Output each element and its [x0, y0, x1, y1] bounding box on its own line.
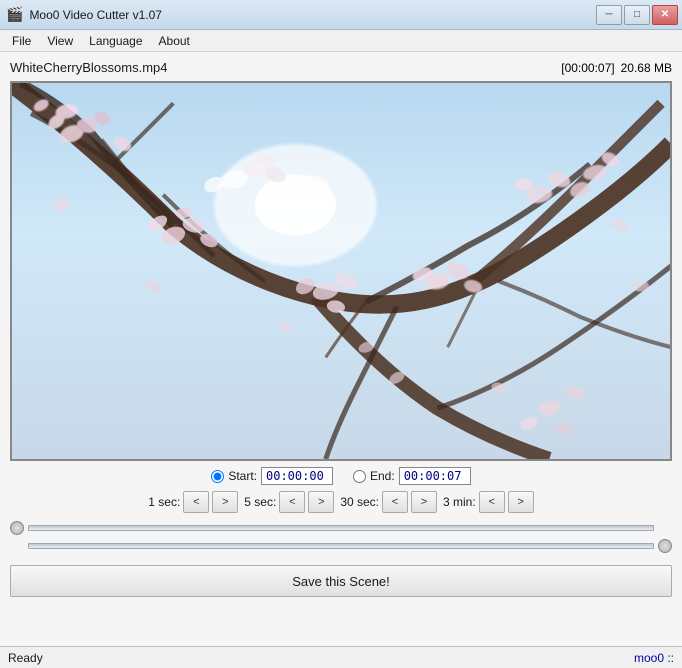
file-size: 20.68 MB	[621, 61, 672, 75]
status-link[interactable]: moo0 ::	[634, 651, 674, 665]
adj-1sec-back[interactable]: <	[183, 491, 209, 513]
menu-bar: File View Language About	[0, 30, 682, 52]
menu-view[interactable]: View	[39, 32, 81, 50]
adj-3min-back[interactable]: <	[479, 491, 505, 513]
start-time-input[interactable]	[261, 467, 333, 485]
slider-start-thumb[interactable]	[10, 521, 24, 535]
adj-5sec-forward[interactable]: >	[308, 491, 334, 513]
adj-3min-forward[interactable]: >	[508, 491, 534, 513]
title-bar-left: 🎬 Moo0 Video Cutter v1.07	[6, 6, 162, 23]
adj-1sec: 1 sec: < >	[148, 491, 238, 513]
adj-3min: 3 min: < >	[443, 491, 534, 513]
menu-file[interactable]: File	[4, 32, 39, 50]
menu-about[interactable]: About	[151, 32, 198, 50]
adj-30sec: 30 sec: < >	[340, 491, 437, 513]
save-button[interactable]: Save this Scene!	[10, 565, 672, 597]
minimize-button[interactable]: ─	[596, 5, 622, 25]
adj-1sec-forward[interactable]: >	[212, 491, 238, 513]
video-preview	[10, 81, 672, 461]
status-text: Ready	[8, 651, 43, 665]
adj-5sec: 5 sec: < >	[244, 491, 334, 513]
title-bar: 🎬 Moo0 Video Cutter v1.07 ─ □ ✕	[0, 0, 682, 30]
start-radio[interactable]	[211, 470, 224, 483]
file-info-bar: WhiteCherryBlossoms.mp4 [00:00:07] 20.68…	[10, 58, 672, 77]
adj-5sec-back[interactable]: <	[279, 491, 305, 513]
adj-1sec-label: 1 sec:	[148, 495, 180, 509]
slider-end-row	[10, 539, 672, 553]
slider-end-thumb[interactable]	[658, 539, 672, 553]
title-text: Moo0 Video Cutter v1.07	[29, 8, 162, 22]
close-button[interactable]: ✕	[652, 5, 678, 25]
app-icon: 🎬	[6, 6, 23, 23]
start-radio-group: Start:	[211, 467, 333, 485]
sliders-area	[10, 519, 672, 555]
adj-buttons-row: 1 sec: < > 5 sec: < > 30 sec: < > 3 min:…	[10, 491, 672, 513]
status-bar: Ready moo0 ::	[0, 646, 682, 668]
maximize-button[interactable]: □	[624, 5, 650, 25]
adj-30sec-back[interactable]: <	[382, 491, 408, 513]
title-controls: ─ □ ✕	[596, 5, 678, 25]
controls-area: Start: End: 1 sec: < > 5 sec: < >	[10, 461, 672, 601]
start-end-row: Start: End:	[10, 467, 672, 485]
adj-3min-label: 3 min:	[443, 495, 476, 509]
file-duration: [00:00:07]	[561, 61, 614, 75]
end-time-input[interactable]	[399, 467, 471, 485]
adj-30sec-label: 30 sec:	[340, 495, 379, 509]
end-label: End:	[370, 469, 395, 483]
end-radio[interactable]	[353, 470, 366, 483]
filename: WhiteCherryBlossoms.mp4	[10, 60, 168, 75]
slider-start-row	[10, 521, 672, 535]
adj-5sec-label: 5 sec:	[244, 495, 276, 509]
menu-language[interactable]: Language	[81, 32, 150, 50]
video-canvas	[12, 83, 670, 459]
main-area: WhiteCherryBlossoms.mp4 [00:00:07] 20.68…	[0, 52, 682, 668]
slider-start-track[interactable]	[28, 525, 654, 531]
start-label: Start:	[228, 469, 257, 483]
slider-end-track[interactable]	[28, 543, 654, 549]
end-radio-group: End:	[353, 467, 471, 485]
adj-30sec-forward[interactable]: >	[411, 491, 437, 513]
